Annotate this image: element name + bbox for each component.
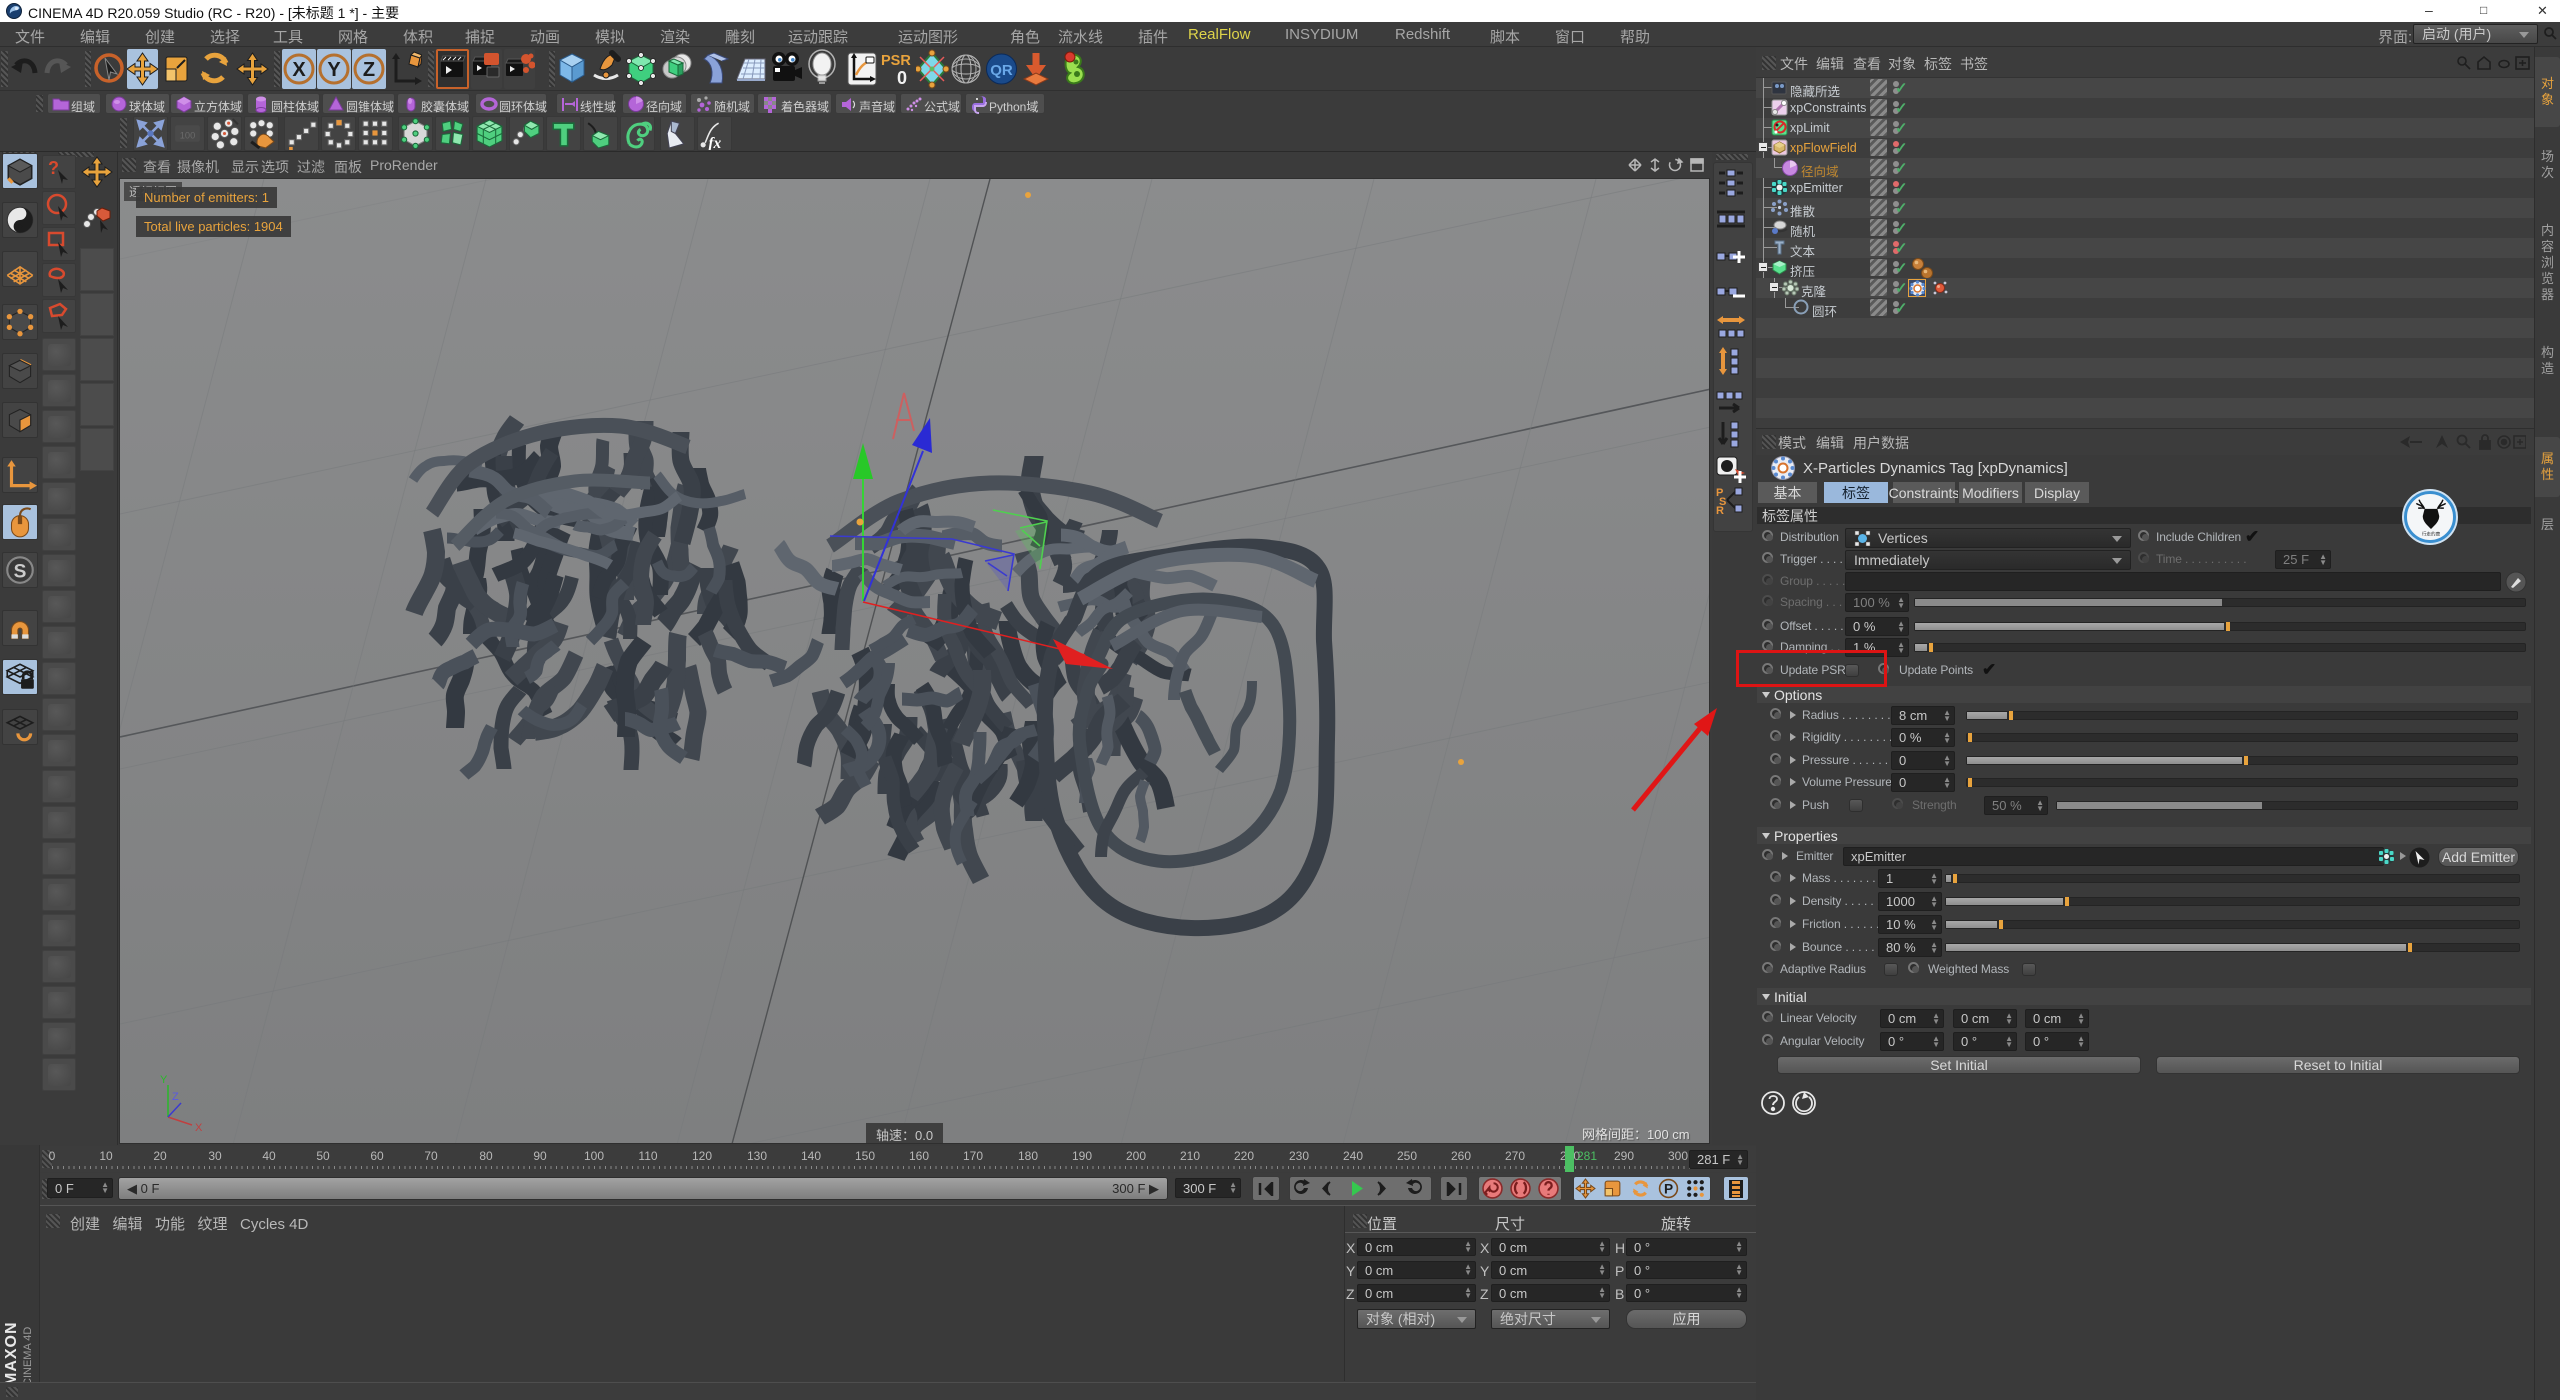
svg-text:Z: Z: [172, 1091, 179, 1103]
svg-text:100: 100: [180, 131, 195, 141]
svg-text:S: S: [14, 561, 27, 582]
svg-text:Y: Y: [327, 59, 341, 81]
svg-text:QR: QR: [990, 62, 1013, 79]
svg-text:CINEMA 4D: CINEMA 4D: [22, 1327, 34, 1386]
svg-text:MAXON: MAXON: [3, 1321, 20, 1386]
svg-text:行走的鹿: 行走的鹿: [2422, 530, 2441, 537]
svg-text:X: X: [195, 1122, 203, 1134]
svg-text:R: R: [1716, 505, 1724, 516]
svg-text:fx: fx: [708, 135, 721, 150]
svg-text:Y: Y: [160, 1074, 168, 1086]
svg-text:P: P: [1664, 1182, 1673, 1197]
svg-text:0: 0: [897, 68, 907, 88]
svg-text:X: X: [292, 59, 306, 81]
svg-text:Z: Z: [363, 59, 375, 81]
svg-text:?: ?: [48, 158, 59, 178]
svg-text:PSR: PSR: [881, 53, 911, 69]
